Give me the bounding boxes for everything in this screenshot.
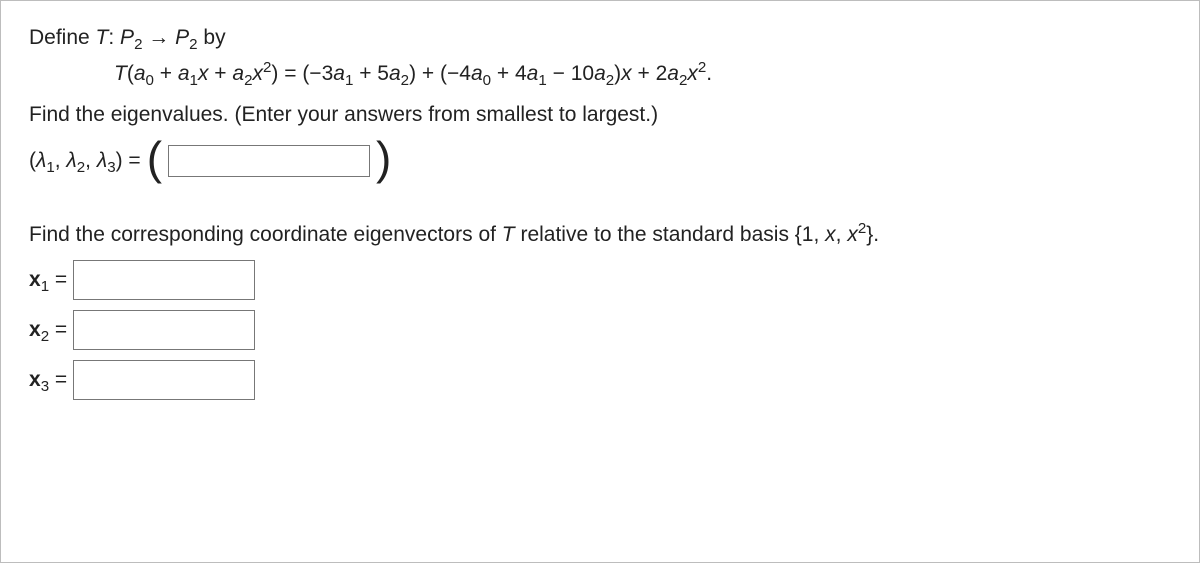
x1-row: x1 = <box>29 260 1171 300</box>
eigenvalues-input[interactable] <box>168 145 370 177</box>
prompt-eigenvectors: Find the corresponding coordinate eigenv… <box>29 220 1171 250</box>
x3-input[interactable] <box>73 360 255 400</box>
x1-label: x1 = <box>29 268 67 292</box>
x2-label: x2 = <box>29 318 67 342</box>
prompt-eigenvalues: Find the eigenvalues. (Enter your answer… <box>29 100 1171 130</box>
open-paren-icon: ( <box>147 138 162 179</box>
x2-row: x2 = <box>29 310 1171 350</box>
x2-input[interactable] <box>73 310 255 350</box>
lambda-label: (λ1, λ2, λ3) = <box>29 149 141 173</box>
x3-label: x3 = <box>29 368 67 392</box>
x1-input[interactable] <box>73 260 255 300</box>
eigenvalue-row: (λ1, λ2, λ3) = ( ) <box>29 140 1171 181</box>
problem-define: Define T: P2 → P2 by <box>29 23 1171 53</box>
x3-row: x3 = <box>29 360 1171 400</box>
equation: T(a0 + a1x + a2x2) = (−3a1 + 5a2) + (−4a… <box>29 59 1171 89</box>
close-paren-icon: ) <box>376 138 391 179</box>
define-text: Define T: P2 → P2 by <box>29 26 226 49</box>
